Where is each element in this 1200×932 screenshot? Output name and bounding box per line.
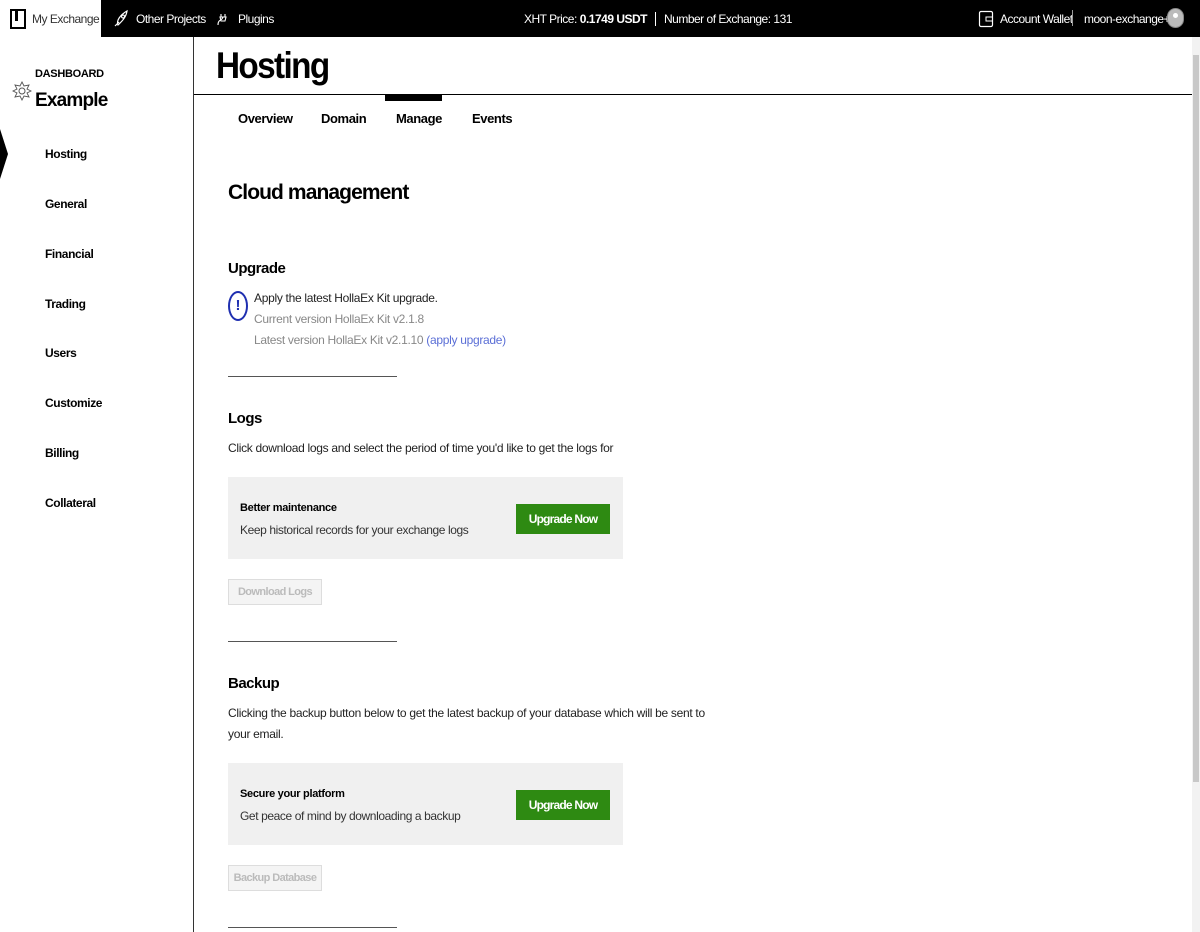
backup-promo-card: Secure your platform Get peace of mind b… [228, 763, 623, 845]
promo-title: Secure your platform [240, 788, 345, 800]
logs-upgrade-button[interactable]: Upgrade Now [516, 504, 610, 534]
backup-database-button[interactable]: Backup Database [228, 865, 322, 891]
my-exchange-tab[interactable]: My Exchange [0, 0, 101, 37]
info-icon: ! [228, 291, 248, 321]
avatar[interactable] [1167, 8, 1184, 28]
hollaex-logo-icon [10, 8, 26, 29]
sidebar-item-general[interactable]: General [45, 197, 87, 211]
top-bar: My Exchange Other Projects Plugins XHT P… [0, 0, 1200, 37]
account-wallet-link[interactable]: Account Wallet [978, 0, 1073, 37]
exchange-name: Example [35, 90, 108, 111]
logs-title: Logs [228, 410, 262, 427]
separator [1072, 10, 1073, 26]
latest-version: Latest version HollaEx Kit v2.1.10 (appl… [254, 333, 506, 347]
tab-manage[interactable]: Manage [396, 111, 442, 126]
scrollbar[interactable] [1192, 37, 1200, 932]
plug-icon [216, 11, 232, 27]
divider [228, 641, 397, 642]
plugins-label: Plugins [238, 11, 274, 26]
backup-upgrade-button[interactable]: Upgrade Now [516, 790, 610, 820]
tab-events[interactable]: Events [472, 111, 513, 126]
sidebar-item-hosting[interactable]: Hosting [45, 147, 87, 161]
exchange-count: Number of Exchange: 131 [664, 11, 792, 26]
user-menu[interactable]: moon-exchange+1 [1084, 0, 1177, 37]
divider [228, 927, 397, 928]
user-name: moon-exchange+1 [1084, 11, 1177, 26]
page-title: Hosting [216, 45, 330, 86]
promo-subtitle: Get peace of mind by downloading a backu… [240, 809, 461, 823]
apply-upgrade-link[interactable]: (apply upgrade) [426, 333, 506, 347]
wallet-icon [978, 10, 994, 28]
header-divider [194, 94, 1192, 95]
section-heading: Cloud management [228, 181, 409, 204]
separator [655, 11, 656, 26]
sidebar-item-customize[interactable]: Customize [45, 396, 102, 410]
promo-subtitle: Keep historical records for your exchang… [240, 523, 469, 537]
upgrade-line1: Apply the latest HollaEx Kit upgrade. [254, 291, 438, 305]
tab-domain[interactable]: Domain [321, 111, 367, 126]
sidebar-item-financial[interactable]: Financial [45, 247, 94, 261]
sidebar-item-users[interactable]: Users [45, 346, 77, 360]
rocket-icon [112, 9, 130, 29]
price-value: 0.1749 USDT [579, 11, 648, 26]
backup-description-2: your email. [228, 727, 284, 741]
sidebar-item-trading[interactable]: Trading [45, 297, 86, 311]
my-exchange-label: My Exchange [32, 11, 100, 26]
sidebar-item-billing[interactable]: Billing [45, 446, 79, 460]
current-version: Current version HollaEx Kit v2.1.8 [254, 312, 424, 326]
plugins-tab[interactable]: Plugins [216, 0, 274, 37]
tab-overview[interactable]: Overview [238, 111, 293, 126]
divider [228, 376, 397, 377]
backup-description-1: Clicking the backup button below to get … [228, 706, 705, 720]
promo-title: Better maintenance [240, 502, 337, 514]
upgrade-title: Upgrade [228, 260, 286, 277]
price-label: XHT Price: [524, 11, 577, 26]
download-logs-button[interactable]: Download Logs [228, 579, 322, 605]
dashboard-label: DASHBOARD [35, 68, 104, 80]
account-wallet-label: Account Wallet [1000, 11, 1073, 26]
active-indicator [0, 129, 8, 179]
other-projects-tab[interactable]: Other Projects [112, 0, 206, 37]
backup-title: Backup [228, 675, 280, 692]
logs-promo-card: Better maintenance Keep historical recor… [228, 477, 623, 559]
sidebar: DASHBOARD Example Hosting General Financ… [0, 37, 194, 932]
latest-version-text: Latest version HollaEx Kit v2.1.10 [254, 333, 424, 347]
active-tab-indicator [385, 95, 442, 101]
gear-icon [11, 80, 33, 106]
other-projects-label: Other Projects [136, 11, 206, 26]
logs-description: Click download logs and select the perio… [228, 441, 614, 455]
scrollbar-thumb[interactable] [1193, 55, 1199, 782]
xht-price: XHT Price: 0.1749 USDT Number of Exchang… [524, 0, 792, 37]
sidebar-item-collateral[interactable]: Collateral [45, 496, 96, 510]
